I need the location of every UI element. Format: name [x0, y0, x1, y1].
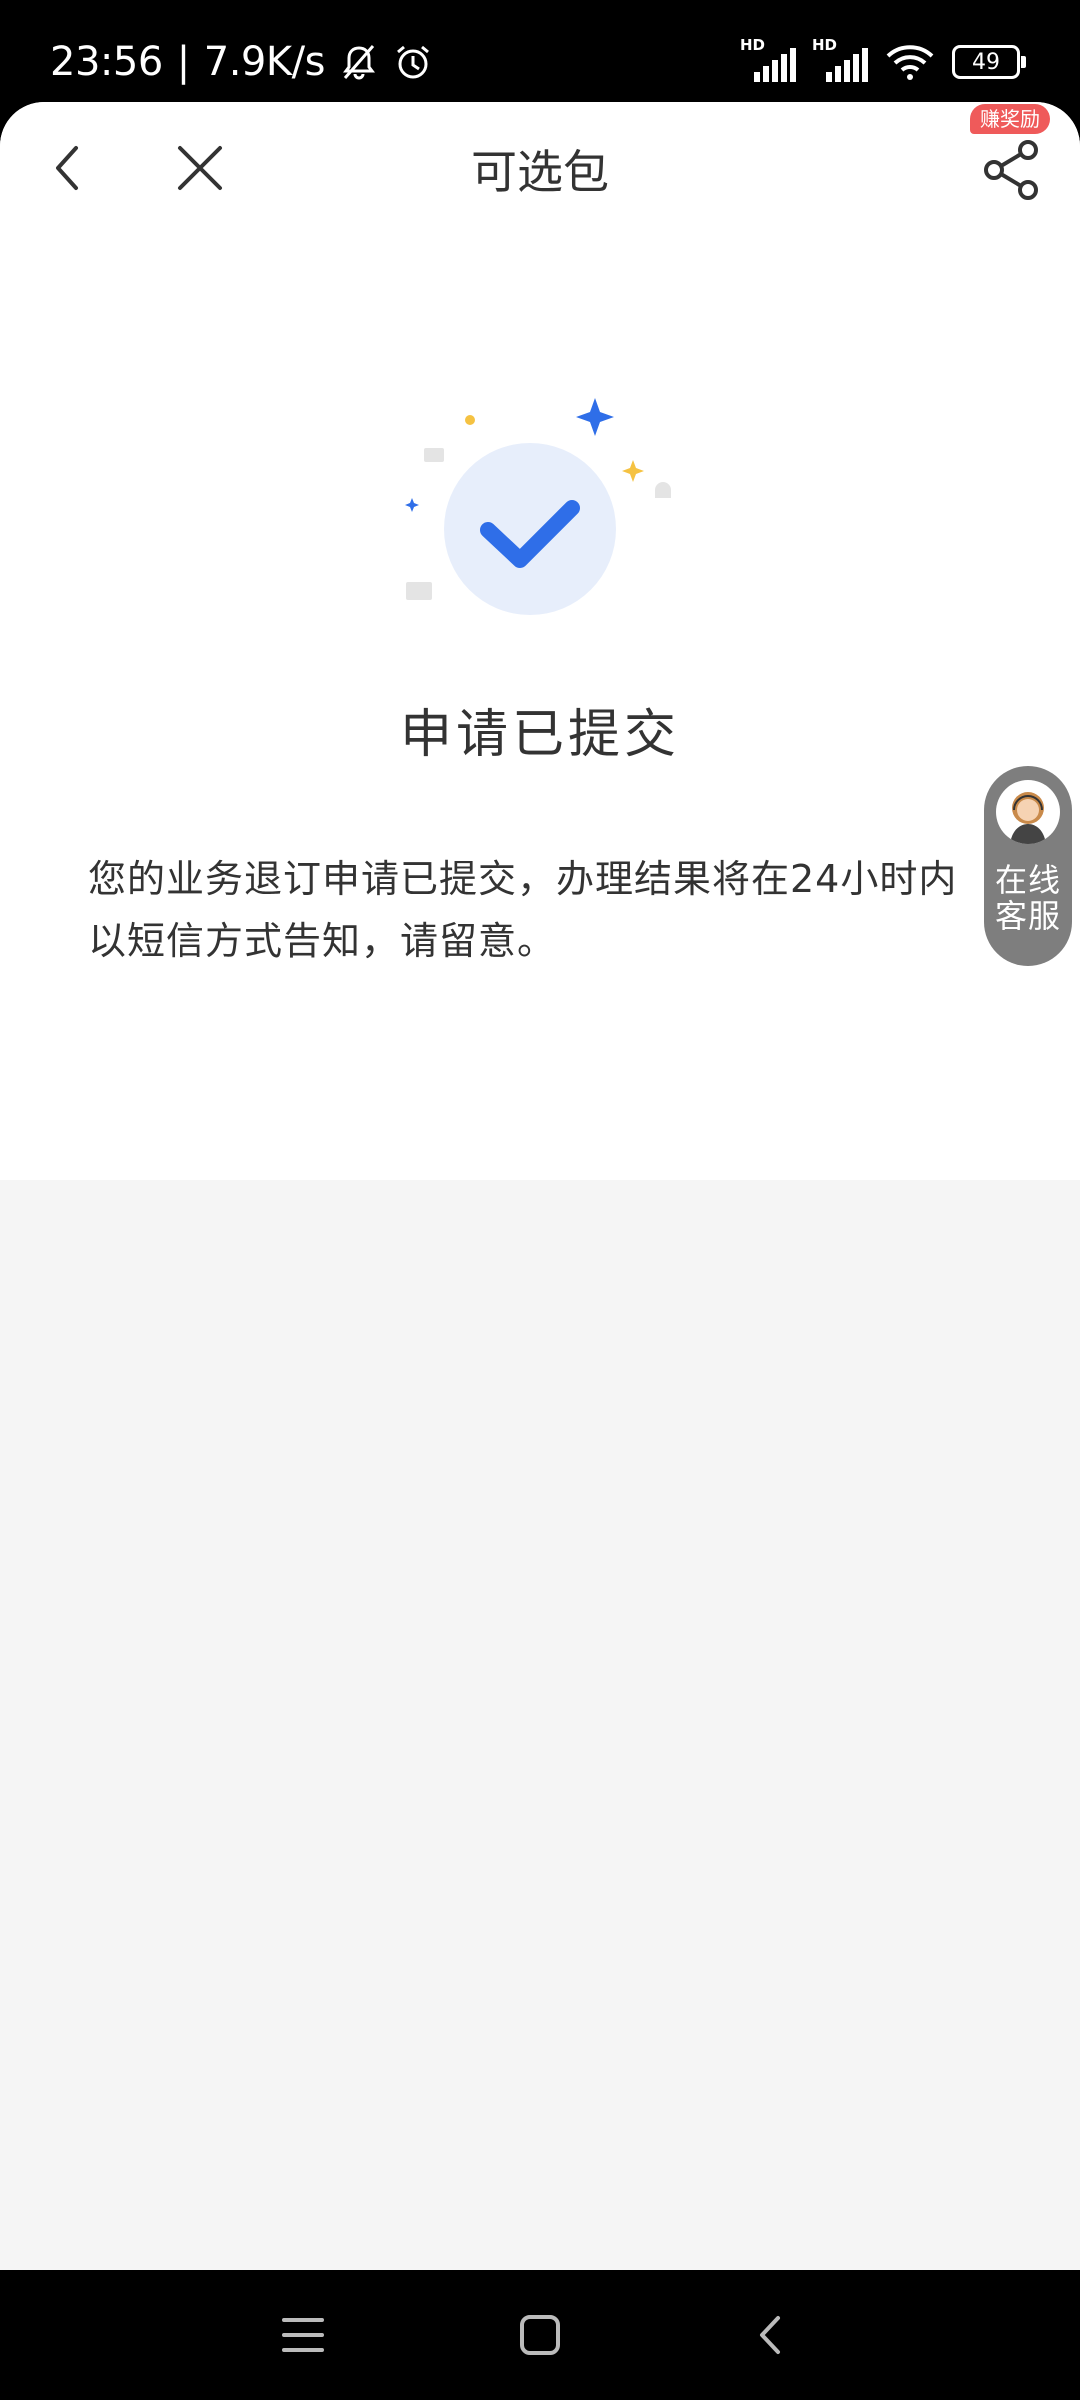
network-speed: 7.9K/s: [203, 39, 326, 85]
page-title: 可选包: [471, 145, 609, 199]
mute-bell-icon: [342, 45, 375, 80]
online-service-button[interactable]: 在线客服: [984, 766, 1072, 966]
page-container: 可选包 赚奖励 申请已提交 您的业务退订申请已提交，办理结果将在24小时内以短信…: [0, 102, 1080, 2270]
customer-service-avatar-icon: [996, 780, 1060, 844]
alarm-clock-icon: [396, 45, 429, 79]
online-service-label: 在线客服: [994, 861, 1061, 935]
home-icon[interactable]: [513, 2308, 567, 2362]
status-left: 23:56 | 7.9K/s: [50, 34, 433, 90]
reward-badge[interactable]: 赚奖励: [970, 104, 1050, 134]
menu-icon[interactable]: [276, 2308, 330, 2362]
share-icon[interactable]: [978, 136, 1046, 204]
battery-icon: 49: [952, 45, 1026, 79]
signal-icon: HD: [812, 36, 868, 82]
status-right: HD HD 49: [740, 34, 1026, 90]
signal-icon: HD: [740, 36, 796, 82]
nav-bar: 可选包 赚奖励: [0, 102, 1080, 232]
result-title: 申请已提交: [399, 705, 680, 765]
back-icon[interactable]: [744, 2308, 798, 2362]
result-description: 您的业务退订申请已提交，办理结果将在24小时内以短信方式告知，请留意。: [88, 857, 958, 963]
status-separator: |: [176, 39, 190, 85]
system-nav-bar: [0, 2270, 1080, 2400]
status-time: 23:56: [50, 39, 163, 85]
checkmark-success-icon: [405, 398, 671, 615]
battery-level: 49: [972, 49, 1000, 75]
wifi-icon: [886, 45, 934, 80]
